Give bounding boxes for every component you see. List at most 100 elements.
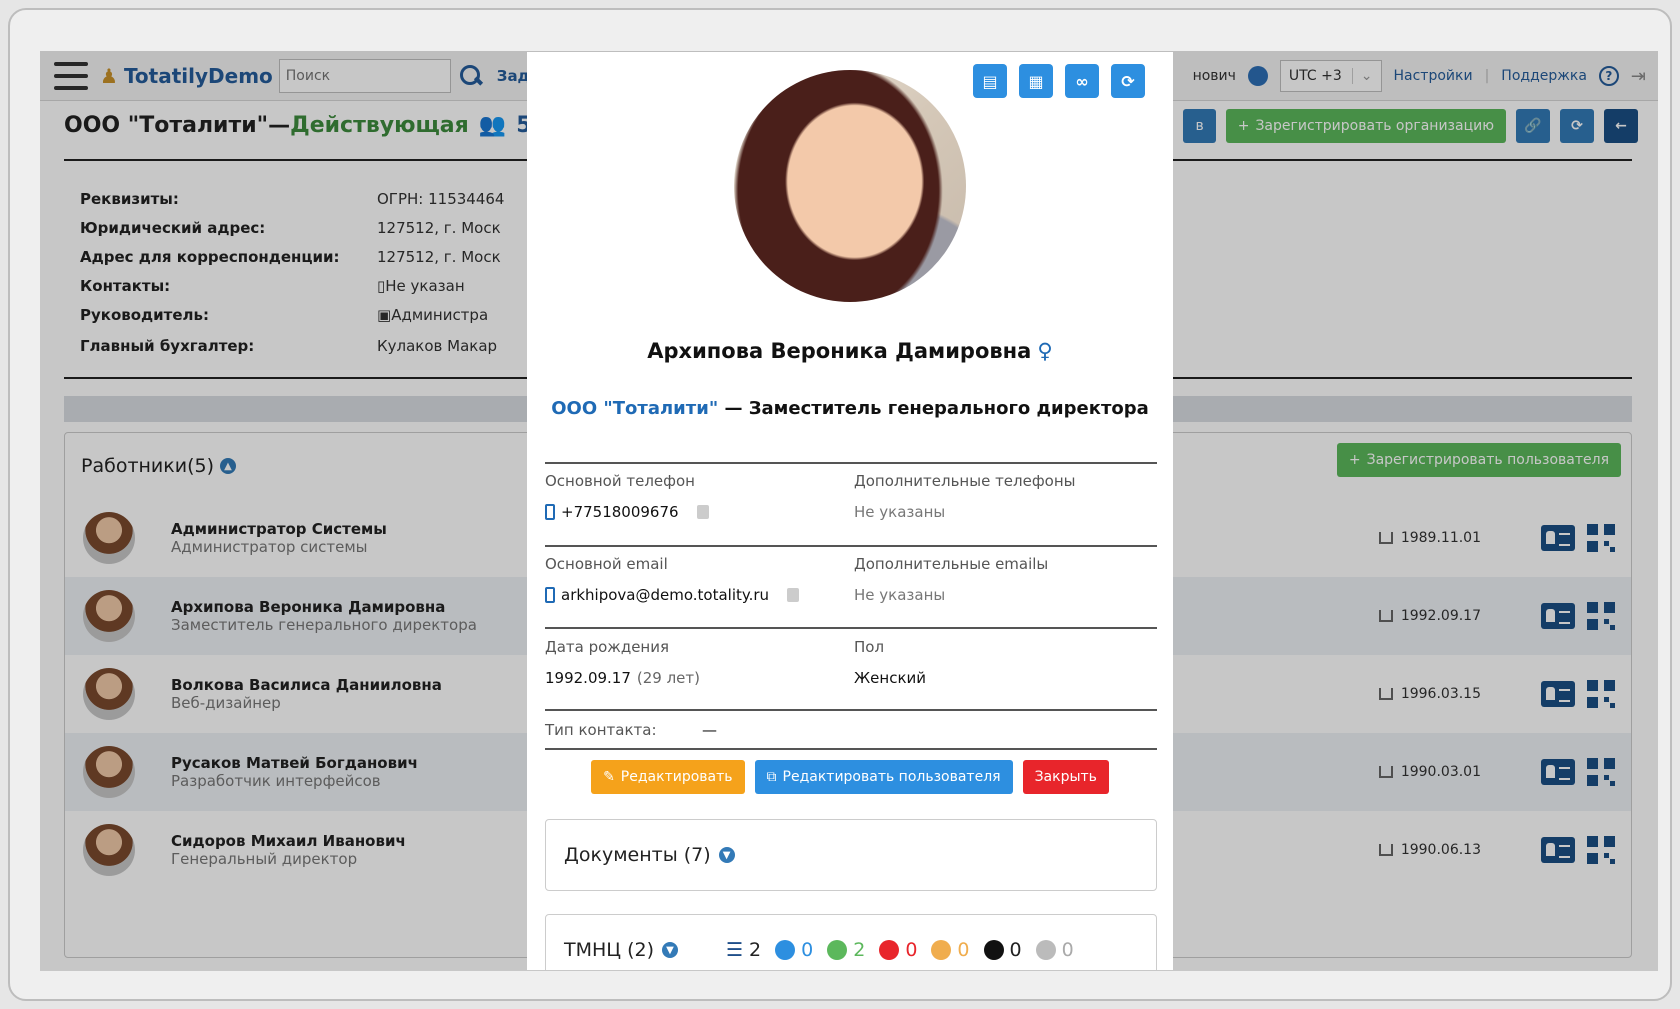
avatar [83, 512, 135, 564]
tmc-black: 0 [1009, 939, 1022, 961]
worker-role: Веб-дизайнер [171, 694, 281, 712]
search-input[interactable] [278, 58, 451, 93]
menu-icon[interactable] [54, 61, 88, 90]
id-card-icon[interactable] [1541, 603, 1575, 629]
edit-user-label: Редактировать пользователя [782, 769, 1001, 785]
search-icon[interactable] [459, 64, 483, 88]
copy-icon[interactable] [696, 505, 709, 519]
support-link[interactable]: Поддержка [1501, 68, 1587, 84]
edit-icon: ✎ [603, 769, 615, 785]
edit-user-button[interactable]: ⧉ Редактировать пользователя [754, 760, 1013, 794]
qr-code-icon[interactable] [1587, 836, 1615, 864]
cake-icon [1378, 610, 1393, 622]
brand-logo[interactable]: ♟ TotatilyDemo [100, 64, 273, 88]
req-value[interactable]: Кулаков Макар [377, 337, 497, 355]
birth-date: 1996.03.15 [1400, 686, 1481, 702]
register-user-button[interactable]: + Зарегистрировать пользователя [1336, 443, 1621, 477]
tmc-total: 2 [749, 939, 762, 961]
refresh-button[interactable]: ⟳ [1560, 109, 1594, 143]
navbar-right: нович UTC +3 ⌄ Настройки | Поддержка ? ⇥ [1193, 51, 1646, 101]
chevron-down-icon[interactable]: ▼ [662, 942, 678, 958]
page-title: ООО "Тоталити"— Действующая 👥 5 [64, 113, 532, 138]
worker-role: Заместитель генерального директора [171, 616, 477, 634]
id-card-icon[interactable] [1541, 681, 1575, 707]
id-card-icon[interactable] [1541, 525, 1575, 551]
edit-button[interactable]: ✎ Редактировать [591, 760, 745, 794]
cake-icon [1378, 766, 1393, 778]
req-row: Главный бухгалтер: Кулаков Макар [80, 329, 504, 363]
birthday: 1990.03.01 [1378, 764, 1481, 780]
black-dot-icon [983, 940, 1004, 960]
org-status: Действующая [290, 113, 469, 138]
main-email-value[interactable]: arkhipova@demo.totality.ru [561, 586, 769, 604]
avatar [83, 746, 135, 798]
req-label: Адрес для корреспонденции: [80, 247, 340, 266]
birth-label: Дата рождения [545, 638, 669, 656]
phone-icon: ▯ [377, 276, 386, 295]
main-email-label: Основной email [545, 555, 668, 573]
close-button[interactable]: Закрыть [1022, 760, 1109, 794]
settings-link[interactable]: Настройки [1394, 68, 1473, 84]
register-org-button[interactable]: + Зарегистрировать организацию [1225, 109, 1506, 143]
worker-name[interactable]: Архипова Вероника Дамировна [171, 598, 477, 616]
birth-date: 1990.03.01 [1400, 764, 1481, 780]
person-name-text: Архипова Вероника Дамировна [647, 339, 1032, 363]
plus-icon: + [1348, 452, 1361, 468]
qr-code-icon[interactable] [1587, 524, 1615, 552]
worker-name[interactable]: Русаков Матвей Богданович [171, 754, 418, 772]
qr-code-icon[interactable] [1587, 602, 1615, 630]
profile-modal: ▤ ▦ ∞ ⟳ Архипова Вероника Дамировна ♀ ООО… [527, 52, 1173, 970]
req-value[interactable]: Администра [391, 306, 488, 324]
birthday: 1990.06.13 [1378, 842, 1481, 858]
worker-name[interactable]: Сидоров Михаил Иванович [171, 832, 406, 850]
main-phone-value[interactable]: +77518009676 [561, 503, 679, 521]
separator: | [1484, 68, 1490, 84]
req-label: Реквизиты: [80, 189, 179, 208]
person-name: Архипова Вероника Дамировна ♀ [527, 339, 1173, 363]
qr-code-icon[interactable] [1587, 680, 1615, 708]
org-link[interactable]: ООО "Тоталити" [551, 398, 718, 419]
back-button[interactable]: ← [1604, 109, 1638, 143]
workers-title[interactable]: Работники(5) ▲ [81, 455, 237, 477]
user-name[interactable]: нович [1193, 68, 1236, 84]
id-card-icon[interactable] [1541, 759, 1575, 785]
tmc-blue: 0 [801, 939, 814, 961]
id-card-icon[interactable] [1541, 837, 1575, 863]
avatar [83, 668, 135, 720]
logout-icon[interactable]: ⇥ [1631, 66, 1646, 87]
birth-date: 1989.11.01 [1400, 530, 1481, 546]
documents-panel[interactable]: Документы (7) ▼ [545, 819, 1157, 891]
refresh-icon: ⟳ [1571, 118, 1583, 134]
worker-role: Разработчик интерфейсов [171, 772, 381, 790]
chevron-up-icon[interactable]: ▲ [220, 458, 237, 474]
id-card-icon[interactable]: ▣ [377, 306, 391, 324]
refresh-icon[interactable]: ⟳ [1111, 64, 1145, 98]
divider [545, 709, 1157, 711]
gender-value: Женский [854, 669, 926, 687]
tmc-red: 0 [905, 939, 918, 961]
link-button[interactable]: 🔗 [1516, 109, 1550, 143]
chevron-down-icon[interactable]: ▼ [718, 847, 735, 863]
id-card-icon[interactable]: ▤ [973, 64, 1007, 98]
qr-code-icon[interactable]: ▦ [1019, 64, 1053, 98]
req-value: 127512, г. Моск [377, 218, 501, 237]
chevron-down-icon: ⌄ [1351, 68, 1373, 84]
worker-name[interactable]: Администратор Системы [171, 520, 387, 538]
qr-code-icon[interactable] [1587, 758, 1615, 786]
org-name: ООО "Тоталити"— [64, 113, 291, 138]
globe-icon[interactable] [1247, 66, 1268, 86]
timezone-select[interactable]: UTC +3 ⌄ [1279, 60, 1382, 92]
extra-emails-label: Дополнительные emailы [854, 555, 1049, 573]
tmc-panel[interactable]: ТМНЦ (2) ▼ ☰ 2 0 2 0 0 0 0 [545, 914, 1157, 970]
copy-icon[interactable] [787, 588, 800, 602]
worker-name[interactable]: Волкова Василиса Данииловна [171, 676, 442, 694]
worker-role: Генеральный директор [171, 850, 358, 868]
logo-icon: ♟ [100, 63, 118, 88]
birth-date: 1990.06.13 [1400, 842, 1481, 858]
green-dot-icon [827, 940, 848, 960]
modal-toolbar: ▤ ▦ ∞ ⟳ [973, 64, 1145, 98]
partial-button[interactable]: в [1183, 109, 1216, 143]
cake-icon [1378, 532, 1393, 544]
help-icon[interactable]: ? [1598, 66, 1619, 86]
link-icon[interactable]: ∞ [1065, 64, 1099, 98]
